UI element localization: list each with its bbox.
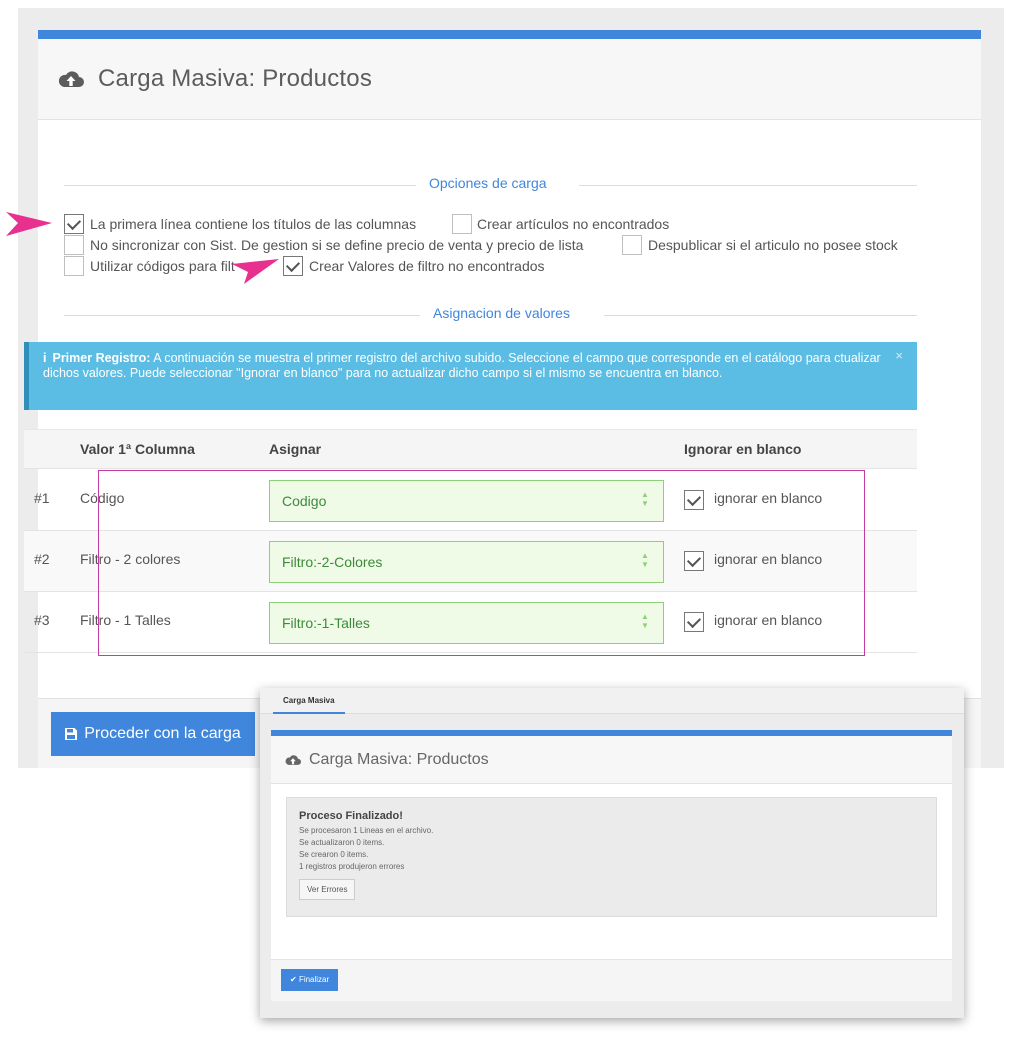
- divider: [64, 185, 416, 186]
- section-assign-title: Asignacion de valores: [24, 305, 917, 325]
- annotation-highlight-box: [98, 470, 865, 656]
- divider: [579, 185, 917, 186]
- result-title: Carga Masiva: Productos: [309, 750, 489, 768]
- option-unpublish-checkbox[interactable]: [622, 235, 642, 255]
- result-footer: ✔ Finalizar: [271, 959, 952, 1001]
- proceed-button[interactable]: Proceder con la carga: [51, 712, 255, 756]
- result-screenshot: Carga Masiva Carga Masiva: Productos Pro…: [260, 688, 964, 1018]
- proceed-button-label: Proceder con la carga: [84, 725, 241, 742]
- pointer-arrow-icon: [6, 212, 52, 236]
- divider: [604, 315, 917, 316]
- row-index: #1: [34, 490, 50, 506]
- option-label: La primera línea contiene los títulos de…: [90, 216, 417, 232]
- pointer-arrow-icon: [232, 259, 279, 284]
- finish-button-label: Finalizar: [298, 975, 330, 984]
- view-errors-button[interactable]: Ver Errores: [299, 879, 356, 900]
- divider: [64, 315, 420, 316]
- panel-header: Carga Masiva: Productos: [38, 39, 981, 120]
- floppy-icon: [65, 728, 78, 740]
- option-label: No sincronizar con Sist. De gestion si s…: [90, 237, 584, 253]
- info-icon: i: [43, 351, 47, 365]
- info-alert: i Primer Registro: A continuación se mues…: [24, 342, 917, 410]
- option-create-articles-checkbox[interactable]: [452, 214, 472, 234]
- row-index: #2: [34, 551, 50, 567]
- result-line: Se procesaron 1 Lineas en el archivo.: [299, 826, 434, 835]
- alert-text: A continuación se muestra el primer regi…: [43, 351, 881, 380]
- section-options-label: Opciones de carga: [429, 175, 547, 191]
- check-icon: ✔: [290, 975, 297, 984]
- option-label: Crear artículos no encontrados: [477, 216, 670, 232]
- table-header: Valor 1ª Columna Asignar Ignorar en blan…: [24, 429, 917, 469]
- result-summary: Proceso Finalizado! Se procesaron 1 Line…: [286, 797, 937, 917]
- option-use-filter-codes-checkbox[interactable]: [64, 256, 84, 276]
- option-label: Utilizar códigos para filt: [90, 258, 235, 274]
- option-no-sync-checkbox[interactable]: [64, 235, 84, 255]
- result-heading: Proceso Finalizado!: [299, 810, 403, 822]
- option-label: Despublicar si el articulo no posee stoc…: [648, 237, 898, 253]
- tab-bar: Carga Masiva: [260, 688, 964, 714]
- result-line: 1 registros produjeron errores: [299, 862, 405, 871]
- column-header-assign: Asignar: [269, 441, 322, 457]
- option-create-filter-values-checkbox[interactable]: [283, 256, 303, 276]
- option-first-line-titles-checkbox[interactable]: [64, 214, 84, 234]
- finish-button[interactable]: ✔ Finalizar: [281, 969, 339, 991]
- option-label: Crear Valores de filtro no encontrados: [309, 258, 545, 274]
- column-header-value: Valor 1ª Columna: [80, 441, 195, 457]
- result-panel: Carga Masiva: Productos Proceso Finaliza…: [271, 730, 952, 1001]
- alert-heading: Primer Registro:: [52, 351, 151, 365]
- row-index: #3: [34, 612, 50, 628]
- section-options-title: Opciones de carga: [24, 175, 917, 195]
- cloud-upload-icon: [285, 754, 301, 765]
- tab-carga-masiva[interactable]: Carga Masiva: [273, 688, 345, 714]
- result-panel-header: Carga Masiva: Productos: [271, 736, 952, 784]
- page-title: Carga Masiva: Productos: [98, 65, 373, 92]
- section-assign-label: Asignacion de valores: [433, 305, 570, 321]
- result-line: Se actualizaron 0 items.: [299, 838, 385, 847]
- column-header-ignore: Ignorar en blanco: [684, 441, 802, 457]
- cloud-upload-icon: [58, 71, 84, 87]
- result-line: Se crearon 0 items.: [299, 850, 369, 859]
- close-icon[interactable]: ×: [895, 348, 903, 363]
